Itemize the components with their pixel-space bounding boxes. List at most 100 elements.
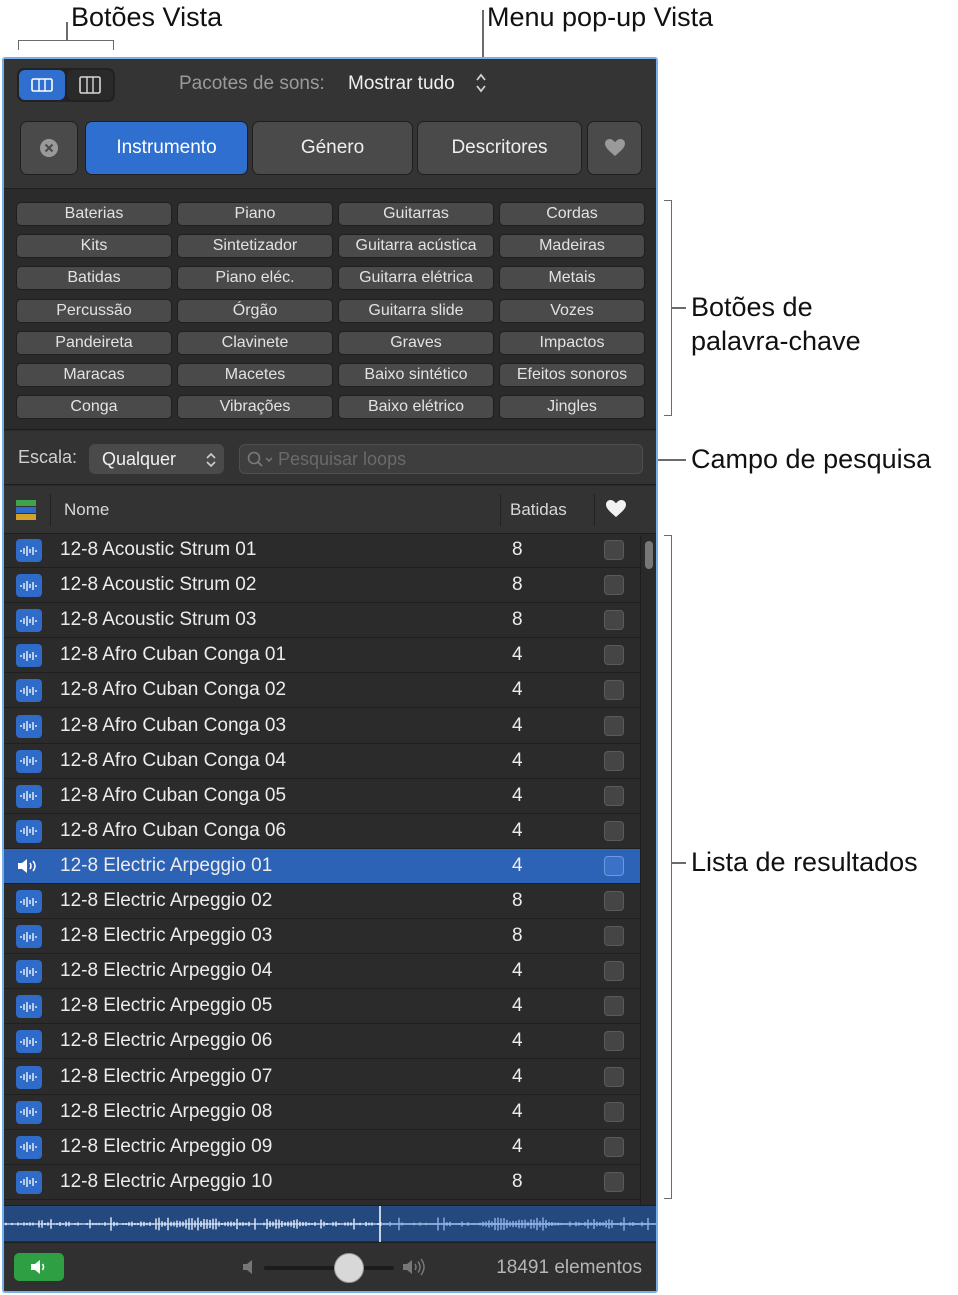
favorite-checkbox[interactable] bbox=[604, 610, 624, 631]
keyword-button[interactable]: Efeitos sonoros bbox=[499, 363, 645, 387]
favorite-checkbox[interactable] bbox=[604, 820, 624, 841]
table-row[interactable]: 12-8 Electric Arpeggio 09 4 bbox=[4, 1130, 640, 1165]
keyword-button[interactable]: Macetes bbox=[177, 363, 333, 387]
row-beats: 4 bbox=[512, 1100, 523, 1122]
column-name-header[interactable]: Nome bbox=[64, 500, 109, 520]
keyword-button[interactable]: Impactos bbox=[499, 330, 645, 355]
results-list[interactable]: 12-8 Acoustic Strum 01 8 12-8 Acoustic Str… bbox=[4, 535, 640, 1205]
keyword-button[interactable]: Órgão bbox=[177, 298, 333, 323]
favorite-checkbox[interactable] bbox=[604, 996, 624, 1017]
keyword-button[interactable]: Batidas bbox=[16, 266, 172, 291]
table-row[interactable]: 12-8 Afro Cuban Conga 03 4 bbox=[4, 709, 640, 744]
table-row[interactable]: 12-8 Acoustic Strum 02 8 bbox=[4, 568, 640, 604]
favorite-checkbox[interactable] bbox=[604, 785, 624, 806]
keyword-button[interactable]: Metais bbox=[499, 266, 645, 291]
tab-instrument[interactable]: Instrumento bbox=[85, 121, 248, 175]
keyword-button[interactable]: Graves bbox=[338, 330, 494, 355]
scale-popup[interactable]: Qualquer bbox=[89, 444, 224, 474]
keyword-button[interactable]: Clavinete bbox=[177, 330, 333, 355]
column-beats-header[interactable]: Batidas bbox=[510, 500, 567, 520]
favorite-checkbox[interactable] bbox=[604, 715, 624, 736]
row-beats: 8 bbox=[512, 574, 523, 596]
favorite-checkbox[interactable] bbox=[604, 855, 624, 876]
table-row[interactable]: 12-8 Acoustic Strum 01 8 bbox=[4, 535, 640, 568]
list-view-button[interactable] bbox=[19, 70, 65, 100]
favorite-checkbox[interactable] bbox=[604, 540, 624, 560]
keyword-button[interactable]: Baixo elétrico bbox=[338, 395, 494, 420]
favorite-checkbox[interactable] bbox=[604, 961, 624, 982]
waveform-icon bbox=[16, 1030, 42, 1054]
column-view-button[interactable] bbox=[67, 70, 113, 100]
waveform-icon bbox=[16, 1065, 42, 1089]
favorite-checkbox[interactable] bbox=[604, 926, 624, 947]
keyword-button[interactable]: Jingles bbox=[499, 395, 645, 420]
favorite-checkbox[interactable] bbox=[604, 1171, 624, 1192]
keyword-button[interactable]: Sintetizador bbox=[177, 234, 333, 259]
table-row[interactable]: 12-8 Electric Arpeggio 01 4 bbox=[4, 848, 640, 884]
favorites-column-header[interactable] bbox=[605, 499, 627, 524]
table-row[interactable]: 12-8 Afro Cuban Conga 05 4 bbox=[4, 779, 640, 814]
table-row[interactable]: 12-8 Electric Arpeggio 03 8 bbox=[4, 919, 640, 955]
tab-descriptors[interactable]: Descritores bbox=[417, 121, 582, 175]
waveform-icon bbox=[16, 679, 42, 703]
table-row[interactable]: 12-8 Afro Cuban Conga 04 4 bbox=[4, 744, 640, 779]
search-field[interactable] bbox=[239, 444, 643, 474]
keyword-button[interactable]: Percussão bbox=[16, 298, 172, 323]
favorite-checkbox[interactable] bbox=[604, 645, 624, 666]
table-row[interactable]: 12-8 Afro Cuban Conga 06 4 bbox=[4, 814, 640, 849]
keyword-button[interactable]: Guitarra acústica bbox=[338, 234, 494, 259]
column-separator bbox=[50, 494, 51, 526]
color-column-icon[interactable] bbox=[16, 500, 36, 525]
table-row[interactable]: 12-8 Electric Arpeggio 06 4 bbox=[4, 1024, 640, 1060]
volume-slider-knob[interactable] bbox=[333, 1253, 364, 1283]
row-name: 12-8 Acoustic Strum 01 bbox=[60, 539, 257, 560]
keyword-button[interactable]: Vibrações bbox=[177, 395, 333, 420]
keyword-button[interactable]: Piano eléc. bbox=[177, 266, 333, 291]
keyword-button[interactable]: Baixo sintético bbox=[338, 363, 494, 387]
waveform-icon bbox=[16, 574, 42, 598]
clear-filters-button[interactable] bbox=[20, 121, 78, 175]
favorites-button[interactable] bbox=[587, 121, 642, 175]
table-row[interactable]: 12-8 Acoustic Strum 03 8 bbox=[4, 603, 640, 639]
preview-toggle-button[interactable] bbox=[14, 1253, 64, 1281]
table-row[interactable]: 12-8 Afro Cuban Conga 02 4 bbox=[4, 673, 640, 709]
sound-packs-popup[interactable]: Mostrar tudo bbox=[348, 73, 455, 95]
keyword-button[interactable]: Vozes bbox=[499, 298, 645, 323]
popup-chevron-icon[interactable] bbox=[474, 71, 488, 100]
keyword-button[interactable]: Cordas bbox=[499, 202, 645, 226]
table-row[interactable]: 12-8 Electric Arpeggio 02 8 bbox=[4, 884, 640, 919]
favorite-checkbox[interactable] bbox=[604, 1101, 624, 1122]
scroll-thumb[interactable] bbox=[645, 541, 653, 569]
volume-slider-track[interactable] bbox=[264, 1266, 394, 1270]
keyword-button[interactable]: Kits bbox=[16, 234, 172, 259]
table-row[interactable]: 12-8 Electric Arpeggio 10 8 bbox=[4, 1165, 640, 1200]
favorite-checkbox[interactable] bbox=[604, 1136, 624, 1157]
favorite-checkbox[interactable] bbox=[604, 1031, 624, 1052]
table-row[interactable]: 12-8 Afro Cuban Conga 01 4 bbox=[4, 638, 640, 674]
results-scrollbar[interactable] bbox=[640, 535, 656, 1205]
favorite-checkbox[interactable] bbox=[604, 575, 624, 596]
row-name: 12-8 Afro Cuban Conga 01 bbox=[60, 644, 287, 666]
waveform-icon bbox=[16, 714, 42, 738]
keyword-button[interactable]: Guitarra elétrica bbox=[338, 266, 494, 291]
search-input[interactable] bbox=[278, 445, 628, 473]
table-row[interactable]: 12-8 Electric Arpeggio 05 4 bbox=[4, 989, 640, 1025]
keyword-button[interactable]: Maracas bbox=[16, 363, 172, 387]
table-row[interactable]: 12-8 Electric Arpeggio 04 4 bbox=[4, 954, 640, 990]
table-row[interactable]: 12-8 Electric Arpeggio 08 4 bbox=[4, 1095, 640, 1130]
favorite-checkbox[interactable] bbox=[604, 750, 624, 771]
keyword-button[interactable]: Guitarras bbox=[338, 202, 494, 226]
keyword-button[interactable]: Guitarra slide bbox=[338, 298, 494, 323]
keyword-button[interactable]: Pandeireta bbox=[16, 330, 172, 355]
favorite-checkbox[interactable] bbox=[604, 1066, 624, 1087]
tab-genre[interactable]: Género bbox=[252, 121, 413, 175]
keyword-button[interactable]: Baterias bbox=[16, 202, 172, 226]
item-count: 18491 elementos bbox=[496, 1257, 642, 1278]
favorite-checkbox[interactable] bbox=[604, 891, 624, 911]
favorite-checkbox[interactable] bbox=[604, 680, 624, 701]
table-row[interactable]: 12-8 Electric Arpeggio 07 4 bbox=[4, 1060, 640, 1095]
waveform-overview[interactable] bbox=[4, 1205, 656, 1242]
keyword-button[interactable]: Piano bbox=[177, 202, 333, 226]
keyword-button[interactable]: Madeiras bbox=[499, 234, 645, 259]
keyword-button[interactable]: Conga bbox=[16, 395, 172, 420]
